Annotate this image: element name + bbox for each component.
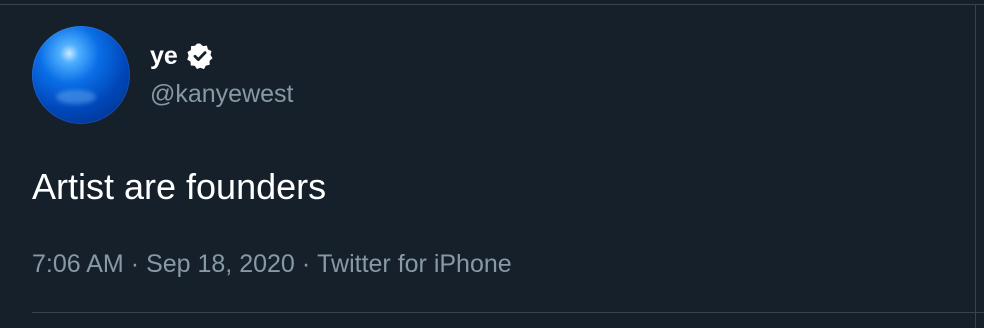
- tweet-date[interactable]: Sep 18, 2020: [146, 250, 295, 278]
- tweet-source[interactable]: Twitter for iPhone: [317, 250, 512, 278]
- meta-separator: ·: [301, 250, 311, 278]
- top-divider: [0, 4, 984, 5]
- author-name-row: ye: [150, 38, 214, 74]
- bottom-divider: [32, 312, 984, 313]
- meta-separator: ·: [130, 250, 140, 278]
- tweet-metadata: 7:06 AM · Sep 18, 2020 · Twitter for iPhone: [32, 247, 512, 281]
- tweet-time[interactable]: 7:06 AM: [32, 250, 124, 278]
- right-divider: [975, 4, 976, 328]
- display-name[interactable]: ye: [150, 38, 178, 74]
- avatar[interactable]: [32, 26, 130, 124]
- verified-badge-icon: [186, 42, 214, 70]
- user-handle[interactable]: @kanyewest: [150, 78, 294, 110]
- tweet-text: Artist are founders: [32, 166, 327, 207]
